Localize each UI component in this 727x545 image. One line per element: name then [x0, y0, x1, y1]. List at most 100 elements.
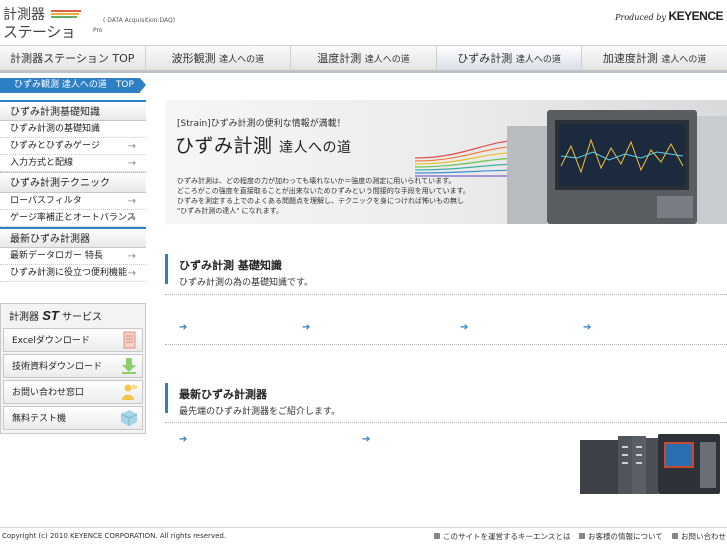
hero-description: ひずみ計測は、どの程度の力が加わっても壊れないか＝強度の測定に用いられています。… — [177, 176, 517, 216]
sidebar-item-label: ゲージ率補正とオートバランス — [10, 213, 136, 223]
section-description: ひずみ計測の為の基礎知識です。 — [179, 278, 314, 288]
free-test-unit-label: 無料テスト機 — [12, 414, 67, 424]
keyence-logo: KEYENCE — [668, 9, 723, 23]
bullet-square-icon — [672, 533, 678, 539]
logo-subtitle: ( DATA Acquisition:DAQ) — [103, 17, 176, 24]
hero-text-line: "ひずみ計測の達人" になれます。 — [177, 207, 283, 215]
section-divider — [165, 344, 727, 345]
sidebar-item-gauge[interactable]: ひずみとひずみゲージ → — [0, 138, 146, 155]
hero-tagline: [Strain]ひずみ計測の便利な情報が満載！ — [177, 119, 346, 129]
contact-window-button[interactable]: お問い合わせ窓口 — [3, 380, 143, 404]
section-divider — [165, 422, 727, 423]
document-icon — [123, 331, 136, 349]
arrow-right-icon[interactable]: ➔ — [179, 435, 189, 445]
arrow-right-icon[interactable]: ➔ — [179, 323, 189, 333]
nav-underline — [0, 71, 727, 73]
arrow-right-icon: → — [127, 141, 136, 152]
produced-by[interactable]: Produced by KEYENCE — [615, 9, 723, 23]
nav-tab-acceleration[interactable]: 加速度計測 達人への道 — [582, 46, 727, 70]
arrow-right-icon: → — [127, 213, 136, 224]
nav-tab-waveform[interactable]: 波形観測 達人への道 — [146, 46, 292, 70]
sidebar-item-autobalance[interactable]: ゲージ率補正とオートバランス → — [0, 210, 146, 227]
download-arrow-icon — [122, 358, 136, 374]
site-logo[interactable]: 計測器 ステーション — [3, 4, 83, 62]
sidebar-item-basics[interactable]: ひずみ計測の基礎知識 — [0, 121, 146, 138]
breadcrumb[interactable]: ひずみ観測 達人への道 TOP — [0, 78, 146, 94]
bullet-square-icon — [579, 533, 585, 539]
sidebar-item-lowpass[interactable]: ローパスフィルタ → — [0, 193, 146, 210]
sidebar: ひずみ計測基礎知識 ひずみ計測の基礎知識 ひずみとひずみゲージ → 入力方式と配線… — [0, 100, 146, 282]
sidebar-item-label: ひずみとひずみゲージ — [10, 141, 100, 151]
sidebar-group-basics[interactable]: ひずみ計測基礎知識 — [0, 100, 146, 121]
sidebar-group-latest[interactable]: 最新ひずみ計測器 — [0, 227, 146, 248]
site-header: 計測器 ステーション ( DATA Acquisition:DAQ) Pro P… — [0, 0, 727, 62]
arrow-right-icon[interactable]: ➔ — [302, 323, 312, 333]
st-service-panel: 計測器 ST サービス Excelダウンロード 技術資料ダウンロード お問い合わ… — [0, 303, 146, 434]
st-title-post: サービス — [58, 312, 102, 323]
excel-download-button[interactable]: Excelダウンロード — [3, 328, 143, 352]
arrow-right-icon[interactable]: ➔ — [362, 435, 372, 445]
logo-stripes-icon — [51, 10, 81, 21]
nav-tab-label: 波形観測 — [171, 52, 220, 65]
nav-tab-strain[interactable]: ひずみ計測 達人への道 — [436, 46, 583, 70]
data-logger-device-image — [507, 110, 727, 224]
section-divider — [165, 294, 727, 295]
sidebar-item-label: ひずみ計測の基礎知識 — [10, 124, 101, 134]
nav-tab-suffix: 達人への道 — [364, 55, 410, 65]
nav-tab-suffix: 達人への道 — [515, 55, 561, 65]
section-title: ひずみ計測 基礎知識 — [179, 259, 282, 272]
hero-text-line: ひずみを測定する上でのよくある問題点を理解し、テクニックを身につければ怖いもの無… — [177, 197, 464, 205]
logo-pro: Pro — [93, 27, 103, 34]
data-logger-product-image[interactable] — [578, 432, 727, 498]
footer-divider — [0, 527, 727, 528]
section-latest-heading: 最新ひずみ計測器 最先端のひずみ計測器をご紹介します。 — [165, 383, 727, 417]
hero-title: ひずみ計測 達人への道 — [175, 131, 352, 158]
section-description: 最先端のひずみ計測器をご紹介します。 — [179, 407, 341, 417]
main-nav: 計測器ステーション TOP 波形観測 達人への道 温度計測 達人への道 ひずみ計… — [0, 45, 727, 71]
hero-text-line: どころがこの強度を直接取ることが出来ないためひずみという間接的な手段を用いていま… — [177, 187, 470, 195]
technical-docs-download-button[interactable]: 技術資料ダウンロード — [3, 354, 143, 378]
hero-banner: [Strain]ひずみ計測の便利な情報が満載！ ひずみ計測 達人への道 ひずみ計… — [165, 100, 727, 224]
nav-tab-suffix: 達人への道 — [661, 55, 707, 65]
st-service-title: 計測器 ST サービス — [3, 306, 143, 326]
section-basics-heading: ひずみ計測 基礎知識 ひずみ計測の為の基礎知識です。 — [165, 254, 727, 288]
contact-window-label: お問い合わせ窓口 — [12, 388, 85, 398]
free-test-unit-button[interactable]: 無料テスト機 — [3, 406, 143, 430]
footer-link-about[interactable]: このサイトを運営するキーエンスとは — [434, 531, 570, 542]
technical-docs-label: 技術資料ダウンロード — [12, 362, 103, 372]
sidebar-item-label: 入力方式と配線 — [10, 158, 74, 168]
st-title-pre: 計測器 — [9, 312, 43, 323]
breadcrumb-arrow-icon — [140, 78, 146, 92]
st-title-st: ST — [42, 308, 59, 323]
arrow-right-icon: → — [127, 196, 136, 207]
nav-tab-top[interactable]: 計測器ステーション TOP — [0, 46, 146, 70]
sidebar-item-logger-features[interactable]: 最新データロガー 特長 → — [0, 248, 146, 265]
arrow-right-icon: → — [127, 158, 136, 169]
excel-download-label: Excelダウンロード — [12, 336, 90, 346]
nav-tab-temperature[interactable]: 温度計測 達人への道 — [291, 46, 437, 70]
footer-link-label: このサイトを運営するキーエンスとは — [443, 532, 571, 541]
hero-title-main: ひずみ計測 — [175, 135, 280, 157]
hero-text-line: ひずみ計測は、どの程度の力が加わっても壊れないか＝強度の測定に用いられています。 — [177, 177, 456, 185]
hero-title-sub: 達人への道 — [279, 140, 352, 156]
nav-tab-label: 温度計測 — [317, 52, 365, 65]
section-title: 最新ひずみ計測器 — [179, 388, 267, 401]
nav-tab-suffix: 達人への道 — [219, 55, 265, 65]
copyright: Copyright (c) 2010 KEYENCE CORPORATION. … — [2, 532, 227, 540]
nav-tab-label: 計測器ステーション TOP — [10, 52, 135, 65]
sidebar-group-technique[interactable]: ひずみ計測テクニック — [0, 172, 146, 193]
nav-tab-label: 加速度計測 — [602, 52, 662, 65]
footer-link-contact[interactable]: お問い合わせ — [672, 531, 726, 542]
footer-link-privacy[interactable]: お客様の情報について — [579, 531, 663, 542]
nav-tab-label: ひずみ計測 — [457, 52, 516, 65]
arrow-right-icon: → — [127, 268, 136, 279]
sidebar-item-label: 最新データロガー 特長 — [10, 251, 103, 261]
arrow-right-icon[interactable]: ➔ — [460, 323, 470, 333]
sidebar-item-wiring[interactable]: 入力方式と配線 → — [0, 155, 146, 172]
sidebar-item-useful-functions[interactable]: ひずみ計測に役立つ便利機能 → — [0, 265, 146, 282]
support-person-icon — [122, 384, 137, 400]
sidebar-item-label: ローパスフィルタ — [10, 196, 82, 206]
box-icon — [120, 410, 138, 426]
footer-link-label: お問い合わせ — [681, 532, 726, 541]
arrow-right-icon[interactable]: ➔ — [583, 323, 593, 333]
